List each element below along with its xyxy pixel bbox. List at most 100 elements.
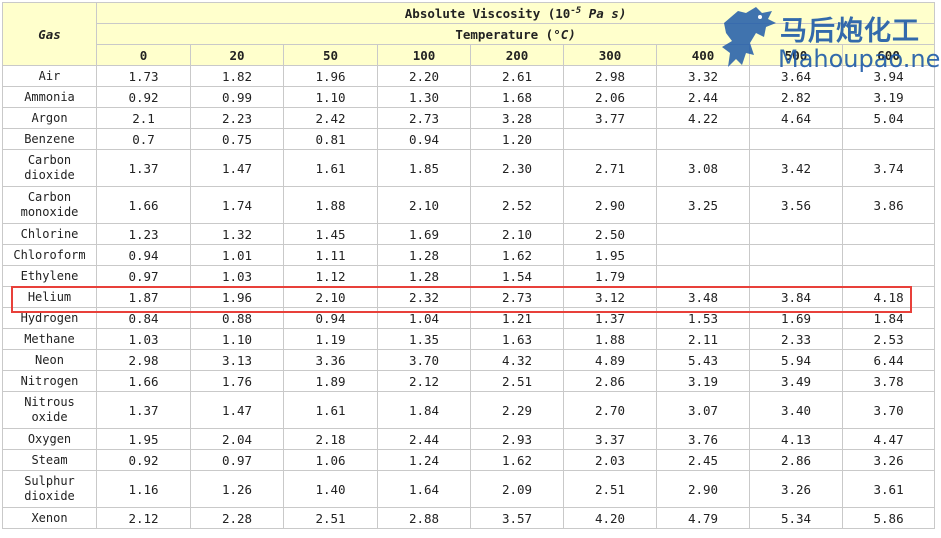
table-row: Chlorine 1.23 1.32 1.45 1.69 2.10 2.50 xyxy=(2,223,936,245)
gas-name-cell: Ammonia xyxy=(2,86,97,108)
viscosity-value-cell: 1.96 xyxy=(190,286,284,308)
viscosity-value-cell: 3.40 xyxy=(749,391,843,429)
viscosity-value-cell: 2.71 xyxy=(563,149,657,187)
viscosity-value-cell: 1.10 xyxy=(283,86,378,108)
viscosity-value-cell: 3.19 xyxy=(656,370,750,392)
viscosity-value-cell: 3.08 xyxy=(656,149,750,187)
viscosity-value-cell: 0.94 xyxy=(377,128,471,150)
gas-name-cell: Carbon monoxide xyxy=(2,186,97,224)
gas-name-cell: Helium xyxy=(2,286,97,308)
viscosity-value-cell: 1.10 xyxy=(190,328,284,350)
viscosity-value-cell xyxy=(749,223,843,245)
viscosity-value-cell: 2.1 xyxy=(96,107,191,129)
temperature-column-600: 600 xyxy=(841,44,936,66)
viscosity-value-cell: 0.88 xyxy=(190,307,284,329)
table-row: Oxygen 1.95 2.04 2.18 2.44 2.93 3.37 3.76 4.13 4.… xyxy=(2,428,936,450)
viscosity-value-cell: 1.74 xyxy=(190,186,284,224)
table-row: Ethylene 0.97 1.03 1.12 1.28 1.54 1.79 xyxy=(2,265,936,287)
viscosity-value-cell: 3.86 xyxy=(841,186,936,224)
gas-name-cell: Sulphur dioxide xyxy=(2,470,97,508)
viscosity-value-cell: 2.73 xyxy=(470,286,564,308)
viscosity-value-cell: 2.73 xyxy=(377,107,471,129)
viscosity-value-cell: 5.34 xyxy=(749,507,843,529)
viscosity-value-cell: 1.26 xyxy=(190,470,284,508)
table-row: Neon 2.98 3.13 3.36 3.70 4.32 4.89 5.43 5.94 6.44 xyxy=(2,349,936,371)
viscosity-value-cell: 2.32 xyxy=(377,286,471,308)
table-row: Benzene 0.7 0.75 0.81 0.94 1.20 xyxy=(2,128,936,150)
viscosity-value-cell: 0.97 xyxy=(96,265,191,287)
viscosity-value-cell: 1.54 xyxy=(470,265,564,287)
temperature-column-50: 50 xyxy=(283,44,378,66)
viscosity-value-cell: 1.20 xyxy=(470,128,564,150)
viscosity-value-cell: 4.18 xyxy=(841,286,936,308)
viscosity-value-cell: 2.44 xyxy=(377,428,471,450)
viscosity-value-cell: 3.70 xyxy=(841,391,936,429)
table-row: Hydrogen 0.84 0.88 0.94 1.04 1.21 1.37 1.53 1.69… xyxy=(2,307,936,329)
viscosity-value-cell: 3.42 xyxy=(749,149,843,187)
viscosity-value-cell: 2.20 xyxy=(377,65,471,87)
viscosity-value-cell xyxy=(656,265,750,287)
temperature-header: Temperature (°C) xyxy=(95,23,936,45)
viscosity-value-cell: 2.53 xyxy=(841,328,936,350)
viscosity-value-cell: 1.53 xyxy=(656,307,750,329)
viscosity-value-cell xyxy=(749,244,843,266)
viscosity-value-cell: 2.12 xyxy=(96,507,191,529)
gas-name-cell: Neon xyxy=(2,349,97,371)
viscosity-value-cell: 3.78 xyxy=(841,370,936,392)
viscosity-value-cell: 4.20 xyxy=(563,507,657,529)
viscosity-value-cell: 1.28 xyxy=(377,265,471,287)
viscosity-value-cell: 1.64 xyxy=(377,470,471,508)
viscosity-value-cell: 1.63 xyxy=(470,328,564,350)
viscosity-value-cell: 1.85 xyxy=(377,149,471,187)
viscosity-value-cell: 3.49 xyxy=(749,370,843,392)
viscosity-value-cell: 5.94 xyxy=(749,349,843,371)
viscosity-value-cell: 0.97 xyxy=(190,449,284,471)
viscosity-value-cell xyxy=(656,223,750,245)
viscosity-value-cell: 0.94 xyxy=(283,307,378,329)
viscosity-value-cell xyxy=(656,244,750,266)
viscosity-value-cell: 3.48 xyxy=(656,286,750,308)
viscosity-value-cell: 3.13 xyxy=(190,349,284,371)
table-row: Chloroform 0.94 1.01 1.11 1.28 1.62 1.95 xyxy=(2,244,936,266)
viscosity-value-cell: 1.06 xyxy=(283,449,378,471)
temperature-column-400: 400 xyxy=(656,44,750,66)
viscosity-value-cell: 1.61 xyxy=(283,149,378,187)
viscosity-value-cell: 3.56 xyxy=(749,186,843,224)
viscosity-value-cell: 0.92 xyxy=(96,86,191,108)
viscosity-value-cell: 1.79 xyxy=(563,265,657,287)
viscosity-value-cell: 3.28 xyxy=(470,107,564,129)
viscosity-table-container: Gas Absolute Viscosity (10-5 Pa s) Tempe… xyxy=(2,2,936,529)
viscosity-value-cell: 3.64 xyxy=(749,65,843,87)
temperature-column-20: 20 xyxy=(190,44,284,66)
viscosity-value-cell: 1.40 xyxy=(283,470,378,508)
viscosity-value-cell: 2.51 xyxy=(563,470,657,508)
temperature-column-500: 500 xyxy=(749,44,843,66)
viscosity-value-cell: 2.45 xyxy=(656,449,750,471)
viscosity-value-cell: 1.47 xyxy=(190,391,284,429)
viscosity-value-cell: 1.47 xyxy=(190,149,284,187)
gas-name-cell: Hydrogen xyxy=(2,307,97,329)
viscosity-value-cell xyxy=(841,223,936,245)
viscosity-value-cell: 4.89 xyxy=(563,349,657,371)
viscosity-value-cell xyxy=(749,128,843,150)
viscosity-value-cell: 1.37 xyxy=(96,391,191,429)
viscosity-value-cell: 2.86 xyxy=(749,449,843,471)
table-row: Carbon dioxide 1.37 1.47 1.61 1.85 2.30 2.71 3.0… xyxy=(2,149,936,187)
viscosity-value-cell: 1.69 xyxy=(749,307,843,329)
viscosity-value-cell: 1.35 xyxy=(377,328,471,350)
viscosity-value-cell: 2.90 xyxy=(563,186,657,224)
viscosity-value-cell: 1.76 xyxy=(190,370,284,392)
viscosity-value-cell: 1.95 xyxy=(563,244,657,266)
gas-name-cell: Air xyxy=(2,65,97,87)
viscosity-value-cell: 1.61 xyxy=(283,391,378,429)
viscosity-value-cell: 2.86 xyxy=(563,370,657,392)
table-row: Nitrogen 1.66 1.76 1.89 2.12 2.51 2.86 3.19 3.49… xyxy=(2,370,936,392)
viscosity-value-cell: 3.26 xyxy=(749,470,843,508)
viscosity-value-cell: 2.51 xyxy=(283,507,378,529)
viscosity-value-cell: 3.94 xyxy=(841,65,936,87)
gas-name-cell: Steam xyxy=(2,449,97,471)
viscosity-value-cell: 2.18 xyxy=(283,428,378,450)
viscosity-value-cell: 1.82 xyxy=(190,65,284,87)
viscosity-value-cell: 1.24 xyxy=(377,449,471,471)
viscosity-value-cell: 3.07 xyxy=(656,391,750,429)
